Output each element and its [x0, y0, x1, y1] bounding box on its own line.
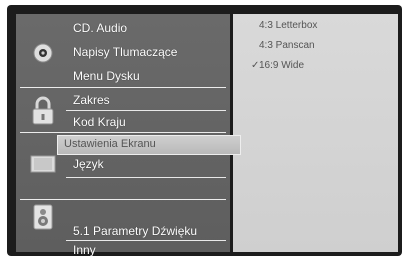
speaker-icon: [31, 204, 55, 235]
item-divider: [66, 240, 226, 241]
menu-item-disc-menu[interactable]: Menu Dysku: [73, 69, 140, 83]
group-divider: [20, 87, 226, 88]
menu-item-sound-settings[interactable]: 5.1 Parametry Dźwięku: [73, 224, 197, 238]
setup-menu-screen: CD. Audio Napisy Tlumaczące Menu Dysku Z…: [7, 5, 402, 256]
option-wide[interactable]: ✓16:9 Wide: [251, 60, 304, 71]
item-divider: [66, 177, 226, 178]
group-divider: [20, 132, 226, 133]
menu-item-country-code[interactable]: Kod Kraju: [73, 115, 126, 129]
disc-icon: [29, 42, 57, 69]
menu-item-language[interactable]: Język: [73, 157, 104, 171]
options-panel: 4:3 Letterbox 4:3 Panscan ✓16:9 Wide: [233, 14, 398, 252]
item-divider: [66, 110, 226, 111]
menu-panel: CD. Audio Napisy Tlumaczące Menu Dysku Z…: [16, 14, 230, 256]
menu-item-rating[interactable]: Zakres: [73, 93, 110, 107]
option-panscan[interactable]: 4:3 Panscan: [251, 40, 315, 51]
option-letterbox[interactable]: 4:3 Letterbox: [251, 20, 317, 31]
lock-icon: [30, 96, 56, 131]
check-mark-icon: ✓: [251, 60, 260, 71]
display-icon: [29, 154, 57, 179]
group-divider: [20, 199, 226, 200]
menu-item-screen-settings[interactable]: Ustawienia Ekranu: [57, 135, 241, 155]
menu-item-cd-audio[interactable]: CD. Audio: [73, 21, 127, 35]
menu-item-subtitles[interactable]: Napisy Tlumaczące: [73, 45, 177, 59]
menu-item-other[interactable]: Inny: [73, 243, 96, 256]
selected-item-label: Ustawienia Ekranu: [64, 138, 156, 150]
